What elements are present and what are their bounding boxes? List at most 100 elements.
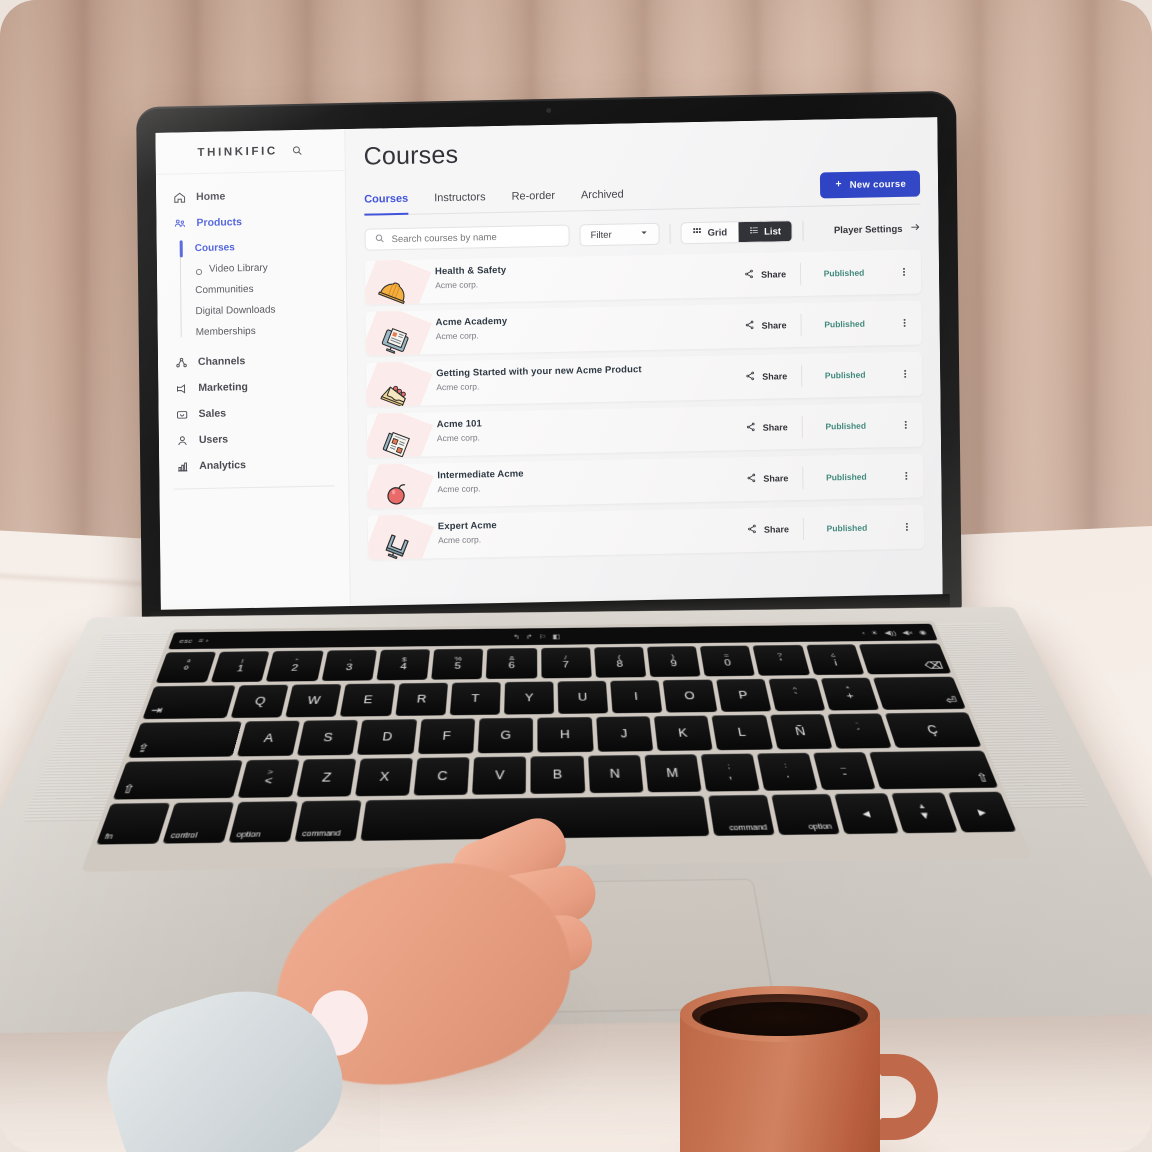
key-y[interactable]: Y <box>503 681 554 715</box>
key-return[interactable]: ⏎ <box>872 676 966 710</box>
sidebar-item-sales[interactable]: Sales <box>158 398 347 428</box>
key-enye[interactable]: Ñ <box>769 714 833 750</box>
key-5[interactable]: % 5 <box>431 648 484 680</box>
key-l[interactable]: L <box>711 714 773 751</box>
key-j[interactable]: J <box>595 716 654 752</box>
key-s[interactable]: S <box>296 719 359 756</box>
key-w[interactable]: W <box>285 684 342 718</box>
key-arrow-updown[interactable]: ▴ ▾ <box>891 792 958 834</box>
key-m[interactable]: M <box>644 754 702 793</box>
key-hyphen[interactable]: _ - <box>813 752 876 790</box>
key-p[interactable]: P <box>715 678 772 712</box>
row-menu-button[interactable] <box>887 250 921 295</box>
key-acute[interactable]: ¨ ´ <box>827 713 892 749</box>
key-0[interactable]: = 0 <box>699 645 756 677</box>
sidebar-item-channels[interactable]: Channels <box>158 346 347 376</box>
key-inverted-exclamation[interactable]: ¿ ¡ <box>805 644 865 676</box>
key-9[interactable]: ) 9 <box>646 646 701 678</box>
tab-archived[interactable]: Archived <box>581 188 624 211</box>
touchbar-volume-icon[interactable]: ◀)) <box>883 629 897 636</box>
touchbar-reply-icon[interactable]: ↰ <box>513 633 520 640</box>
touchbar-back-icon[interactable]: ‹ <box>861 629 866 636</box>
filter-dropdown[interactable]: Filter <box>579 222 660 247</box>
table-row[interactable]: Intermediate Acme Acme corp. Share Publi… <box>367 453 924 509</box>
touchbar-flag-icon[interactable]: ⚐ <box>539 633 546 640</box>
tab-reorder[interactable]: Re-order <box>511 190 555 213</box>
new-course-button[interactable]: New course <box>819 170 921 199</box>
key-q[interactable]: Q <box>230 684 289 718</box>
key-shift-left[interactable]: ⇧ <box>112 760 243 800</box>
table-row[interactable]: Getting Started with your new Acme Produ… <box>366 351 923 407</box>
key-option-right[interactable]: option <box>771 793 840 835</box>
key-f[interactable]: F <box>417 718 475 755</box>
key-e[interactable]: E <box>340 683 395 717</box>
key-g[interactable]: G <box>477 717 534 754</box>
key-apostrophe[interactable]: ? ' <box>752 644 810 676</box>
sidebar-subitem-memberships[interactable]: Memberships <box>194 319 347 343</box>
key-1[interactable]: ! 1 <box>210 651 270 683</box>
touchbar-replyall-icon[interactable]: ↱ <box>526 633 533 640</box>
table-row[interactable]: Acme 101 Acme corp. Share Published <box>366 402 924 458</box>
touchbar-esc[interactable]: esc <box>178 637 193 644</box>
key-6[interactable]: & 6 <box>486 648 537 679</box>
touchbar-menu-icon[interactable]: ≡ › <box>198 637 210 644</box>
key-r[interactable]: R <box>394 682 448 716</box>
player-settings-link[interactable]: Player Settings <box>834 222 921 238</box>
sidebar-item-analytics[interactable]: Analytics <box>159 450 348 480</box>
search-box[interactable] <box>364 224 570 251</box>
key-d[interactable]: D <box>357 719 417 755</box>
key-t[interactable]: T <box>449 682 501 716</box>
share-button[interactable]: Share <box>745 354 802 399</box>
key-masculine[interactable]: ªº <box>155 651 217 683</box>
row-menu-button[interactable] <box>888 352 922 397</box>
table-row[interactable]: Acme Academy Acme corp. Share Published <box>365 300 922 356</box>
touchbar-brightness-icon[interactable]: ☀ <box>870 629 880 636</box>
sidebar-item-products[interactable]: Products <box>156 207 345 237</box>
key-c[interactable]: C <box>413 757 470 796</box>
key-2[interactable]: " 2 <box>266 650 324 682</box>
sidebar-item-users[interactable]: Users <box>159 424 348 454</box>
key-grave[interactable]: ^ ` <box>768 678 826 712</box>
key-plus[interactable]: * + <box>820 677 880 711</box>
key-tab[interactable]: ⇥ <box>142 685 236 720</box>
touchbar-mute-icon[interactable]: ◀× <box>901 629 915 636</box>
row-menu-button[interactable] <box>887 301 921 346</box>
key-x[interactable]: X <box>355 757 414 797</box>
key-u[interactable]: U <box>557 680 609 714</box>
key-arrow-left[interactable]: ◂ <box>834 793 899 835</box>
tab-courses[interactable]: Courses <box>364 192 409 216</box>
touchbar-archive-icon[interactable]: ◧ <box>552 633 560 640</box>
key-3[interactable]: · 3 <box>321 649 377 681</box>
key-k[interactable]: K <box>653 715 713 751</box>
key-period[interactable]: :. <box>756 752 818 791</box>
view-grid-button[interactable]: Grid <box>681 222 738 243</box>
key-arrow-right[interactable]: ▸ <box>948 791 1017 833</box>
view-list-button[interactable]: List <box>737 221 793 243</box>
key-8[interactable]: (8 <box>593 646 647 678</box>
share-button[interactable]: Share <box>744 252 801 297</box>
row-menu-button[interactable] <box>889 403 923 448</box>
table-row[interactable]: Health & Safety Acme corp. Share Publish… <box>364 249 922 305</box>
search-icon[interactable] <box>292 145 303 156</box>
tab-instructors[interactable]: Instructors <box>434 191 486 214</box>
table-row[interactable]: Expert Acme Acme corp. Share Published <box>367 504 925 560</box>
touchbar-siri-icon[interactable]: ◉ <box>918 629 928 636</box>
sidebar-item-home[interactable]: Home <box>156 181 345 211</box>
share-button[interactable]: Share <box>746 456 803 501</box>
key-i[interactable]: I <box>610 680 663 714</box>
search-input[interactable] <box>391 230 560 245</box>
share-button[interactable]: Share <box>747 507 804 552</box>
key-n[interactable]: N <box>587 755 644 794</box>
sidebar-item-marketing[interactable]: Marketing <box>158 372 347 402</box>
key-z[interactable]: Z <box>296 758 357 798</box>
key-o[interactable]: O <box>663 679 717 713</box>
row-menu-button[interactable] <box>889 454 923 499</box>
key-shift-right[interactable]: ⇧ <box>869 750 999 790</box>
key-command-right[interactable]: command <box>708 794 775 836</box>
key-capslock[interactable]: ⇪ <box>128 721 242 758</box>
key-b[interactable]: B <box>530 755 585 794</box>
key-4[interactable]: $4 <box>376 649 431 681</box>
key-a[interactable]: A <box>236 720 300 757</box>
key-h[interactable]: H <box>537 717 594 753</box>
key-delete[interactable]: ⌫ <box>858 643 952 675</box>
